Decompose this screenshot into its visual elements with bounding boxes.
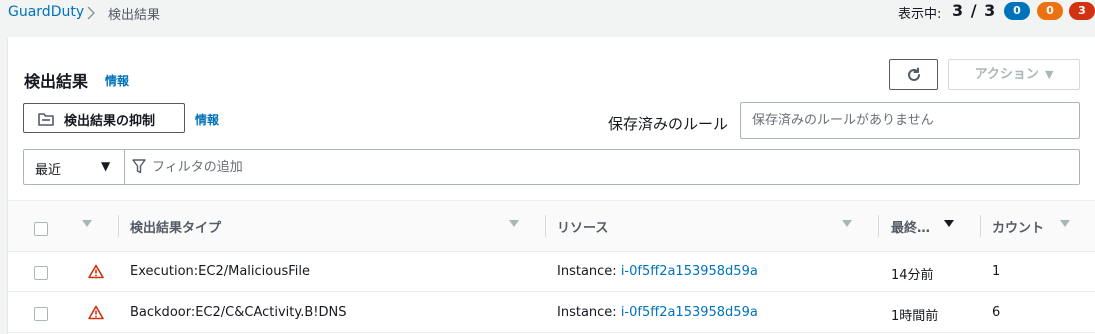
select-all-checkbox[interactable] — [34, 222, 48, 236]
severity-sort-icon[interactable] — [82, 220, 92, 227]
filter-input[interactable] — [152, 151, 1052, 183]
sort-icon[interactable] — [1060, 220, 1070, 227]
time-range-value: 最近 — [35, 163, 62, 178]
table-row[interactable]: Backdoor:EC2/C&CActivity.B!DNS Instance:… — [8, 293, 1095, 333]
column-divider — [878, 215, 879, 237]
severity-high-badge[interactable]: 3 — [1069, 2, 1095, 20]
caret-down-icon: ▼ — [1044, 68, 1054, 81]
filter-icon — [132, 159, 146, 174]
sort-desc-icon[interactable] — [944, 220, 954, 227]
archive-icon — [38, 113, 54, 126]
resource-prefix: Instance: — [557, 264, 621, 279]
finding-type: Backdoor:EC2/C&CActivity.B!DNS — [130, 305, 347, 320]
chevron-right-icon — [87, 6, 95, 20]
finding-type: Execution:EC2/MaliciousFile — [130, 264, 311, 279]
table-row[interactable]: Execution:EC2/MaliciousFile Instance: i-… — [8, 252, 1095, 292]
sort-icon[interactable] — [842, 220, 852, 227]
refresh-icon — [908, 67, 920, 81]
column-divider — [545, 215, 546, 237]
page-title: 検出結果 — [24, 72, 89, 91]
breadcrumb-current: 検出結果 — [108, 8, 161, 23]
warning-icon — [88, 264, 104, 279]
breadcrumb-guardduty[interactable]: GuardDuty — [8, 4, 84, 20]
top-bar: GuardDuty 検出結果 表示中: 3 / 3 0 0 3 — [0, 0, 1095, 28]
saved-rules-label: 保存済みのルール — [608, 115, 729, 133]
resource-cell: Instance: i-0f5ff2a153958d59a — [557, 305, 758, 320]
actions-dropdown[interactable]: アクション ▼ — [948, 59, 1080, 90]
suppress-info-link[interactable]: 情報 — [195, 111, 219, 128]
last-seen: 1時間前 — [891, 309, 939, 324]
title-info-link[interactable]: 情報 — [105, 72, 129, 89]
finding-count: 6 — [992, 305, 1001, 320]
findings-panel: 検出結果 情報 アクション ▼ 検出結果の抑制 情報 保存済みのルール 最近 ▼ — [8, 37, 1095, 334]
caret-down-icon: ▼ — [101, 159, 111, 173]
last-seen: 14分前 — [891, 268, 934, 283]
severity-low-badge[interactable]: 0 — [1004, 2, 1030, 20]
column-finding-type[interactable]: 検出結果タイプ — [130, 217, 221, 236]
warning-icon — [88, 305, 104, 320]
row-checkbox[interactable] — [34, 307, 48, 321]
column-count[interactable]: カウント — [992, 217, 1044, 236]
resource-link[interactable]: i-0f5ff2a153958d59a — [621, 264, 758, 279]
row-checkbox[interactable] — [34, 266, 48, 280]
suppress-findings-button[interactable]: 検出結果の抑制 — [23, 103, 185, 133]
showing-label: 表示中: — [898, 7, 942, 22]
sort-icon[interactable] — [509, 220, 519, 227]
finding-count: 1 — [992, 264, 1001, 279]
refresh-button[interactable] — [889, 59, 938, 90]
resource-cell: Instance: i-0f5ff2a153958d59a — [557, 264, 758, 279]
suppress-findings-label: 検出結果の抑制 — [64, 114, 156, 129]
resource-prefix: Instance: — [557, 305, 621, 320]
severity-medium-badge[interactable]: 0 — [1037, 2, 1063, 20]
column-divider — [118, 215, 119, 237]
actions-label: アクション — [974, 67, 1039, 82]
time-range-select[interactable]: 最近 ▼ — [24, 150, 125, 184]
column-resource[interactable]: リソース — [557, 217, 608, 236]
saved-rules-select[interactable] — [740, 102, 1080, 139]
resource-link[interactable]: i-0f5ff2a153958d59a — [621, 305, 758, 320]
filter-bar: 最近 ▼ — [23, 149, 1080, 185]
column-last-seen[interactable]: 最終… — [891, 217, 930, 236]
table-header: 検出結果タイプ リソース 最終… カウント — [8, 200, 1095, 252]
showing-value: 3 / 3 — [952, 1, 997, 20]
column-divider — [980, 215, 981, 237]
